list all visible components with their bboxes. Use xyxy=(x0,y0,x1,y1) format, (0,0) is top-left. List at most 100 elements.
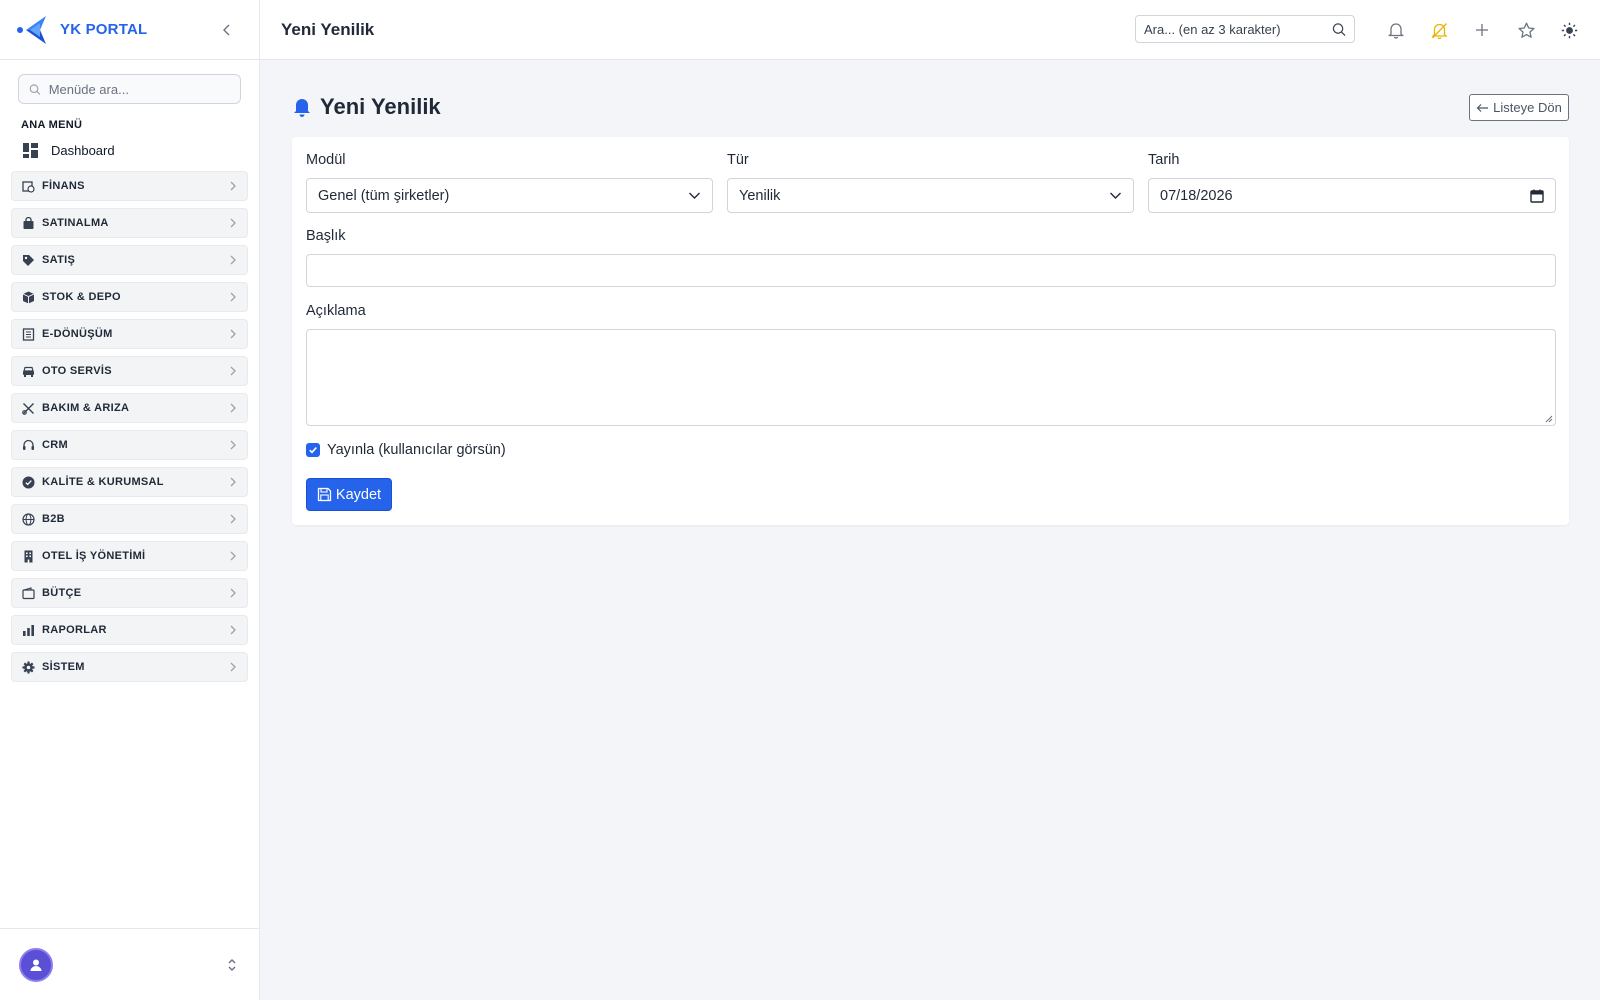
building-icon xyxy=(21,549,35,563)
sidebar-item-bakim-ariza[interactable]: BAKIM & ARIZA xyxy=(11,393,248,423)
publish-checkbox[interactable] xyxy=(306,443,320,457)
add-button[interactable] xyxy=(1471,19,1493,41)
dashboard-icon xyxy=(23,142,38,158)
wallet-icon xyxy=(21,586,35,600)
sidebar-item-e-donusum[interactable]: E-DÖNÜŞÜM xyxy=(11,319,248,349)
chevron-right-icon xyxy=(230,292,236,302)
publish-checkbox-row[interactable]: Yayınla (kullanıcılar görsün) xyxy=(306,442,506,458)
chevron-right-icon xyxy=(230,329,236,339)
sidebar-collapse-button[interactable] xyxy=(217,20,237,40)
chevron-right-icon xyxy=(230,181,236,191)
sidebar-item-label: OTO SERVİS xyxy=(42,365,112,377)
sidebar-item-label: SATINALMA xyxy=(42,217,109,229)
gear-icon xyxy=(21,660,35,674)
chevron-down-icon xyxy=(1110,192,1121,199)
sidebar-item-label: OTEL İŞ YÖNETİMİ xyxy=(42,550,146,562)
sidebar-item-otel-is-yonetimi[interactable]: OTEL İŞ YÖNETİMİ xyxy=(11,541,248,571)
page-heading: Yeni Yenilik xyxy=(281,19,375,39)
sidebar-item-label: FİNANS xyxy=(42,180,85,192)
sidebar-item-kalite-kurumsal[interactable]: KALİTE & KURUMSAL xyxy=(11,467,248,497)
favorites-button[interactable] xyxy=(1515,19,1537,41)
type-label: Tür xyxy=(727,152,749,168)
sidebar-search xyxy=(18,74,241,104)
menu-section-title: ANA MENÜ xyxy=(21,119,83,131)
sidebar-item-label: KALİTE & KURUMSAL xyxy=(42,476,164,488)
title-input[interactable] xyxy=(306,254,1556,287)
car-icon xyxy=(21,364,35,378)
chevron-right-icon xyxy=(230,255,236,265)
page-title-text: Yeni Yenilik xyxy=(320,94,441,119)
sidebar-item-label: CRM xyxy=(42,439,68,451)
chevron-right-icon xyxy=(230,625,236,635)
headset-icon xyxy=(21,438,35,452)
resize-handle-icon[interactable] xyxy=(1545,415,1553,423)
description-textarea[interactable] xyxy=(306,329,1556,426)
theme-toggle-button[interactable] xyxy=(1558,19,1580,41)
logo-icon xyxy=(17,15,46,44)
sidebar-header: YK PORTAL xyxy=(0,0,259,60)
badge-check-icon xyxy=(21,475,35,489)
module-label: Modül xyxy=(306,152,346,168)
sidebar-item-label: RAPORLAR xyxy=(42,624,107,636)
sidebar-item-dashboard[interactable]: Dashboard xyxy=(23,141,259,159)
chevrons-up-down-icon[interactable] xyxy=(224,957,240,973)
chevron-right-icon xyxy=(230,440,236,450)
sidebar-search-input[interactable] xyxy=(48,81,230,97)
save-icon xyxy=(317,487,332,502)
back-to-list-button[interactable]: Listeye Dön xyxy=(1469,94,1569,121)
date-input-value: 07/18/2026 xyxy=(1160,187,1233,204)
sidebar-item-satis[interactable]: SATIŞ xyxy=(11,245,248,275)
brand-logo[interactable]: YK PORTAL xyxy=(16,14,147,46)
avatar[interactable] xyxy=(19,947,53,982)
description-label: Açıklama xyxy=(306,303,366,319)
arrow-left-icon xyxy=(1476,103,1489,112)
tag-icon xyxy=(21,253,35,267)
search-icon[interactable] xyxy=(1332,22,1346,37)
chevron-right-icon xyxy=(230,588,236,598)
save-button-label: Kaydet xyxy=(335,486,382,503)
chevron-right-icon xyxy=(230,551,236,561)
sidebar-item-b2b[interactable]: B2B xyxy=(11,504,248,534)
chevron-right-icon xyxy=(230,514,236,524)
sidebar-item-label: BÜTÇE xyxy=(42,587,82,599)
notifications-button[interactable] xyxy=(1385,19,1407,41)
date-input[interactable]: 07/18/2026 xyxy=(1148,178,1556,213)
sidebar-item-oto-servis[interactable]: OTO SERVİS xyxy=(11,356,248,386)
sidebar-item-raporlar[interactable]: RAPORLAR xyxy=(11,615,248,645)
form-card: Modül Genel (tüm şirketler) Tür Yenilik … xyxy=(292,137,1569,525)
date-label: Tarih xyxy=(1148,152,1180,168)
bag-icon xyxy=(21,216,35,230)
box-icon xyxy=(21,290,35,304)
sidebar-item-label: Dashboard xyxy=(51,142,115,158)
sidebar-item-stok-depo[interactable]: STOK & DEPO xyxy=(11,282,248,312)
tools-icon xyxy=(21,401,35,415)
sidebar-item-label: BAKIM & ARIZA xyxy=(42,402,130,414)
sidebar-item-label: E-DÖNÜŞÜM xyxy=(42,328,113,340)
type-select-value: Yenilik xyxy=(739,187,781,204)
muted-notifications-button[interactable] xyxy=(1428,19,1450,41)
back-to-list-label: Listeye Dön xyxy=(1493,100,1562,115)
search-icon xyxy=(29,83,41,95)
module-select[interactable]: Genel (tüm şirketler) xyxy=(306,178,713,213)
sidebar-item-satinalma[interactable]: SATINALMA xyxy=(11,208,248,238)
star-icon xyxy=(1517,22,1535,38)
save-button[interactable]: Kaydet xyxy=(306,478,392,511)
globe-icon xyxy=(21,512,35,526)
title-label: Başlık xyxy=(306,228,346,244)
plus-icon xyxy=(1476,24,1488,36)
sidebar-item-butce[interactable]: BÜTÇE xyxy=(11,578,248,608)
bell-off-icon xyxy=(1430,22,1448,39)
global-search-input[interactable] xyxy=(1144,21,1333,37)
publish-checkbox-label: Yayınla (kullanıcılar görsün) xyxy=(327,442,506,458)
check-icon xyxy=(309,447,317,454)
sidebar-item-finans[interactable]: FİNANS xyxy=(11,171,248,201)
chevron-right-icon xyxy=(230,477,236,487)
sidebar-item-sistem[interactable]: SİSTEM xyxy=(11,652,248,682)
calendar-icon[interactable] xyxy=(1530,189,1544,203)
type-select[interactable]: Yenilik xyxy=(727,178,1134,213)
chevron-right-icon xyxy=(230,218,236,228)
chevron-right-icon xyxy=(230,366,236,376)
sidebar-item-crm[interactable]: CRM xyxy=(11,430,248,460)
sidebar-menu: FİNANS SATINALMA SATIŞ STOK & DEPO E-DÖN… xyxy=(11,171,248,682)
sidebar-item-label: SİSTEM xyxy=(42,661,85,673)
